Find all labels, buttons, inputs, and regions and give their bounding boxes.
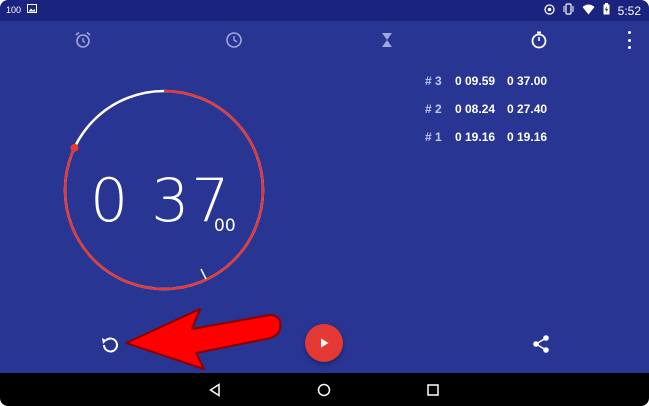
screen-frame: 100 5:52 0 37 00 # 3 0 09.59 0 37.00 # 2…: [0, 0, 649, 406]
controls-bar: [0, 321, 649, 371]
elapsed-time: 0 37: [90, 171, 232, 231]
lap-tick: [200, 268, 207, 280]
lap-row: # 3 0 09.59 0 37.00: [425, 67, 567, 95]
recents-icon[interactable]: [422, 379, 444, 401]
lap-row: # 1 0 19.16 0 19.16: [425, 123, 567, 151]
wifi-icon: [582, 4, 595, 18]
lap-time: 0 08.24: [455, 102, 496, 116]
reset-button[interactable]: [96, 331, 124, 359]
elapsed-hundredths: 00: [214, 216, 236, 236]
vibrate-icon: [563, 3, 574, 18]
elapsed-main: 0 37: [90, 166, 232, 236]
stopwatch-icon[interactable]: [528, 29, 550, 51]
progress-marker: [70, 143, 79, 152]
more-vert-icon[interactable]: [623, 31, 635, 49]
timer-icon[interactable]: [376, 29, 398, 51]
stopwatch-screen: 0 37 00 # 3 0 09.59 0 37.00 # 2 0 08.24 …: [0, 21, 649, 373]
lap-time: 0 19.16: [455, 130, 496, 144]
back-icon[interactable]: [204, 379, 226, 401]
share-icon: [533, 335, 549, 353]
tab-bar: [0, 21, 649, 57]
battery-charging-icon: [603, 3, 610, 18]
alarm-icon[interactable]: [72, 29, 94, 51]
home-icon[interactable]: [313, 379, 335, 401]
lap-total: 0 19.16: [507, 130, 548, 144]
status-time: 5:52: [617, 3, 641, 18]
clock-icon[interactable]: [223, 29, 245, 51]
share-button[interactable]: [528, 331, 554, 357]
reset-icon: [102, 337, 118, 353]
lap-time: 0 09.59: [455, 74, 496, 88]
play-icon: [321, 338, 329, 348]
alarm-status-icon: [543, 3, 555, 18]
lap-total: 0 37.00: [507, 74, 548, 88]
battery-percent: 100: [6, 5, 22, 15]
lap-row: # 2 0 08.24 0 27.40: [425, 95, 567, 123]
lap-list: # 3 0 09.59 0 37.00 # 2 0 08.24 0 27.40 …: [425, 67, 567, 151]
image-icon: [27, 4, 38, 16]
lap-number: # 3: [425, 74, 442, 88]
status-bar: 100 5:52: [0, 0, 649, 21]
navigation-bar: [0, 373, 649, 406]
lap-number: # 2: [425, 102, 442, 116]
lap-number: # 1: [425, 130, 442, 144]
lap-total: 0 27.40: [507, 102, 548, 116]
play-button[interactable]: [305, 324, 343, 362]
